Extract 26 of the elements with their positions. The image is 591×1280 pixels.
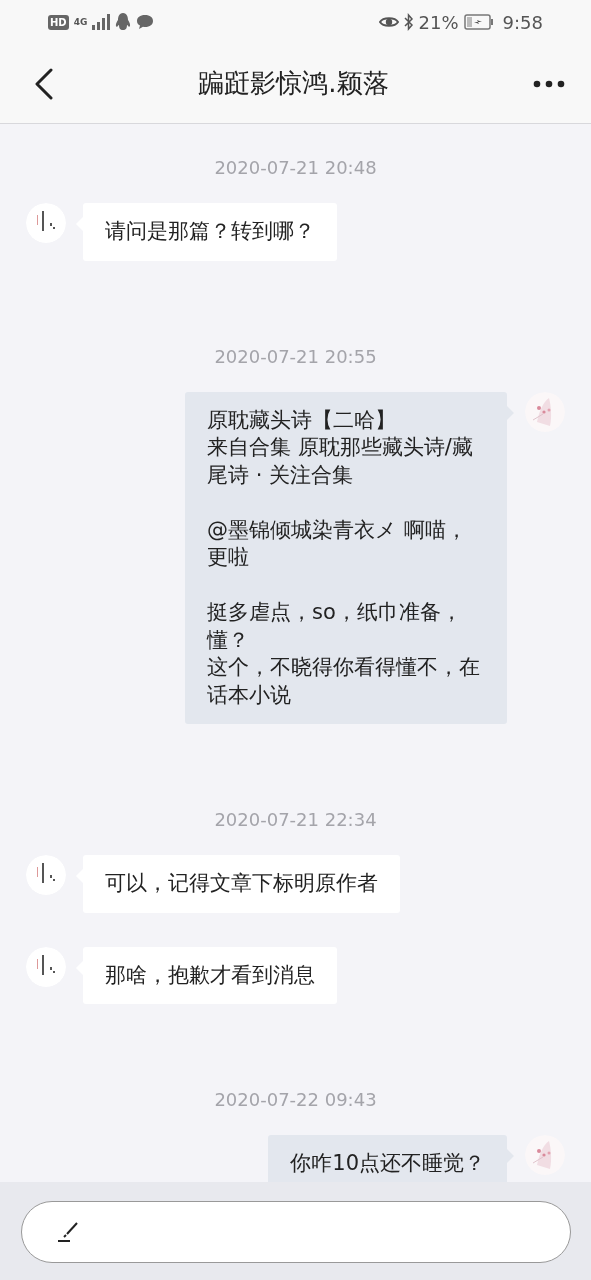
message-text: 你咋10点还不睡觉？ — [290, 1150, 485, 1177]
network-label: 4G — [73, 17, 88, 27]
eye-icon — [378, 15, 399, 29]
message-timestamp: 2020-07-21 20:55 — [214, 345, 377, 368]
message-text: 原耽藏头诗【二哈】 — [207, 406, 397, 434]
pen-icon — [56, 1222, 81, 1242]
message-timestamp: 2020-07-21 20:48 — [214, 157, 377, 179]
bluetooth-icon — [403, 13, 414, 31]
battery-percent: 21% — [418, 11, 459, 33]
hd-badge: HD — [48, 14, 69, 30]
message-text: 请问是那篇？转到哪？ — [105, 218, 315, 245]
message-text: 那啥，抱歉才看到消息 — [105, 961, 315, 989]
message-text: 挺多虐点，so，纸巾准备，懂？ — [207, 599, 463, 654]
chat-bubble-icon — [136, 14, 155, 30]
chat-title: 蹁跹影惊鸿.颖落 — [198, 67, 389, 100]
message-timestamp: 2020-07-22 09:43 — [214, 1089, 377, 1111]
penguin-icon — [115, 13, 132, 31]
message-timestamp: 2020-07-21 22:34 — [214, 809, 377, 831]
message-text: @墨锦倾城染青衣メ 啊喵，更啦 — [207, 516, 468, 571]
message-text: 可以，记得文章下标明原作者 — [105, 870, 378, 897]
clock-time: 9:58 — [502, 11, 543, 33]
message-text: 这个，不晓得你看得懂不，在话本小说 — [207, 654, 481, 709]
signal-icon — [92, 14, 111, 30]
more-icon — [533, 79, 565, 88]
message-text: 来自合集 原耽那些藏头诗/藏尾诗 · 关注合集 — [207, 434, 474, 489]
battery-icon — [463, 14, 494, 30]
